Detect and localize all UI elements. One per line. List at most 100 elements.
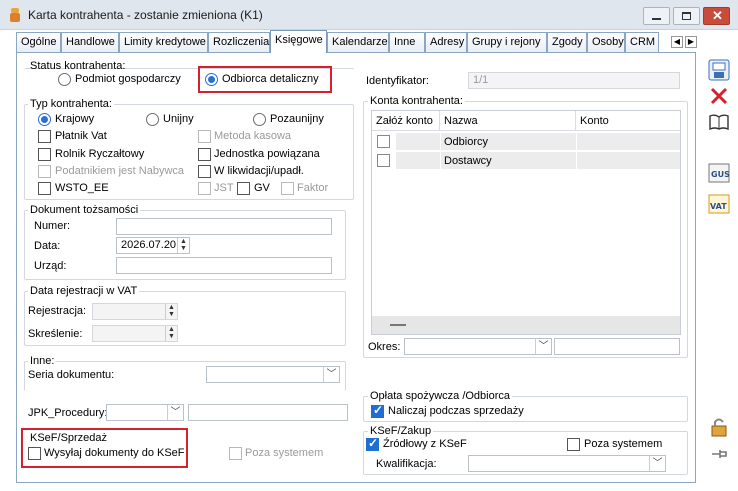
checkbox-jednostka[interactable] [198,148,211,161]
checkbox-zaloz-konto[interactable] [377,135,390,148]
checkbox-gv[interactable] [237,182,250,195]
status-title: Status kontrahenta: [30,60,126,72]
grid-header-nazwa[interactable]: Nazwa [440,111,576,131]
gus-icon[interactable]: GUS [708,162,730,184]
urzad-input[interactable] [116,257,332,274]
tab-osoby[interactable]: Osoby [587,32,625,52]
table-row[interactable]: Odbiorcy [372,133,680,151]
lock-icon[interactable] [708,416,730,438]
jednostka-label: Jednostka powiązana [214,148,320,160]
checkbox-platnik-vat[interactable] [38,130,51,143]
checkbox-rolnik[interactable] [38,148,51,161]
skreslenie-label: Skreślenie: [28,328,83,340]
grid-header-konto[interactable]: Konto [576,111,680,131]
data-input[interactable]: 2026.07.20 ▲ ▼ [116,237,190,254]
radio-pozaunijny[interactable] [253,113,266,126]
tab-crm[interactable]: CRM [625,32,659,52]
close-window-button[interactable]: ✕ [703,7,730,25]
typ-title: Typ kontrahenta: [28,98,114,110]
rejestracja-input[interactable]: ▲ ▼ [92,303,178,320]
radio-unijny-label: Unijny [163,113,194,125]
rejestracja-spinner[interactable]: ▲ ▼ [165,304,177,319]
seria-label: Seria dokumentu: [28,369,115,381]
okres-select[interactable]: ﹀ [404,338,552,355]
faktor-label: Faktor [297,182,329,194]
tab-adresy[interactable]: Adresy [425,32,467,52]
checkbox-wsto[interactable] [38,182,51,195]
maximize-button[interactable] [673,7,700,25]
tab-rozliczenia[interactable]: Rozliczenia [208,32,270,52]
checkbox-zrodlowy[interactable] [366,436,379,451]
platnik-vat-label: Płatnik Vat [55,130,107,142]
tab-inne[interactable]: Inne [389,32,425,52]
grid-header-zaloz[interactable]: Załóż konto [372,111,440,131]
save-icon[interactable] [708,59,730,81]
tab-scroll-left-icon[interactable]: ◀ [671,36,683,48]
tab-strip: Ogólne Handlowe Limity kredytowe Rozlicz… [16,30,706,53]
tab-limity-kredytowe[interactable]: Limity kredytowe [119,32,208,52]
poza-systemem-zakup-label: Poza systemem [584,438,663,450]
checkbox-likwidacji[interactable] [198,165,211,178]
identyfikator-value: 1/1 [473,74,489,86]
kwalifikacja-select[interactable]: ﹀ [468,455,666,472]
likwidacji-label: W likwidacji/upadł. [214,165,304,177]
okres-text-input[interactable] [554,338,680,355]
tab-scroll-right-icon[interactable]: ▶ [685,36,697,48]
tab-ksiegowe[interactable]: Księgowe [270,30,327,53]
tab-zgody[interactable]: Zgody [547,32,587,52]
table-row[interactable]: Dostawcy [372,152,680,170]
checkbox-jst[interactable] [198,182,211,195]
chevron-down-icon[interactable]: ﹀ [167,405,183,420]
tab-kalendarze[interactable]: Kalendarze [327,32,389,52]
checkbox-podatnikiem[interactable] [38,165,51,178]
gv-label: GV [254,182,270,194]
date-spinner[interactable]: ▲ ▼ [177,238,189,253]
vat-title: Data rejestracji w VAT [28,285,140,297]
checkbox-faktor[interactable] [281,182,294,195]
checkbox-zaloz-konto[interactable] [377,154,390,167]
chevron-down-icon[interactable]: ﹀ [323,367,339,382]
tab-handlowe[interactable]: Handlowe [61,32,119,52]
pin-icon[interactable] [708,443,730,465]
ksef-sprzedaz-title: KSeF/Sprzedaż [30,432,108,444]
checkbox-poza-systemem-sprzedaz[interactable] [229,447,242,460]
svg-text:GUS: GUS [711,170,730,179]
svg-text:VAT: VAT [710,202,727,211]
chevron-down-icon[interactable]: ﹀ [535,339,551,354]
identyfikator-field: 1/1 [468,72,680,89]
jpk-label: JPK_Procedury: [28,407,108,419]
jpk-select[interactable]: ﹀ [106,404,184,421]
data-label: Data: [34,240,61,252]
konta-title: Konta kontrahenta: [368,95,465,107]
skreslenie-input[interactable]: ▲ ▼ [92,325,178,342]
row-nazwa: Dostawcy [444,155,492,167]
zrodlowy-label: Źródłowy z KSeF [383,438,467,450]
close-icon[interactable] [708,85,730,107]
seria-select[interactable]: ﹀ [206,366,340,383]
chevron-down-icon[interactable]: ﹀ [649,456,665,471]
tab-grupy-i-rejony[interactable]: Grupy i rejony [467,32,547,52]
metoda-kasowa-label: Metoda kasowa [214,130,292,142]
radio-unijny[interactable] [146,113,159,126]
numer-label: Numer: [34,220,71,232]
checkbox-metoda-kasowa[interactable] [198,130,211,143]
checkbox-naliczaj[interactable] [371,403,384,418]
radio-krajowy[interactable] [38,113,51,126]
jpk-text-input[interactable] [188,404,348,421]
skreslenie-spinner[interactable]: ▲ ▼ [165,326,177,341]
wsto-label: WSTO_EE [55,182,109,194]
radio-podmiot-label: Podmiot gospodarczy [75,73,181,85]
book-icon[interactable] [708,111,730,133]
numer-input[interactable] [116,218,332,235]
tab-ogolne[interactable]: Ogólne [16,32,61,52]
checkbox-wysylaj-ksef[interactable] [28,447,41,460]
radio-podmiot[interactable] [58,73,71,86]
dokument-title: Dokument tożsamości [28,204,141,216]
radio-odbiorca[interactable] [205,73,218,86]
checkbox-poza-systemem-zakup[interactable] [567,438,580,451]
kwalifikacja-label: Kwalifikacja: [376,458,437,470]
vat-icon[interactable]: VAT [708,193,730,215]
window-title: Karta kontrahenta - zostanie zmieniona (… [28,8,263,22]
minimize-button[interactable] [643,7,670,25]
app-icon [10,8,20,22]
